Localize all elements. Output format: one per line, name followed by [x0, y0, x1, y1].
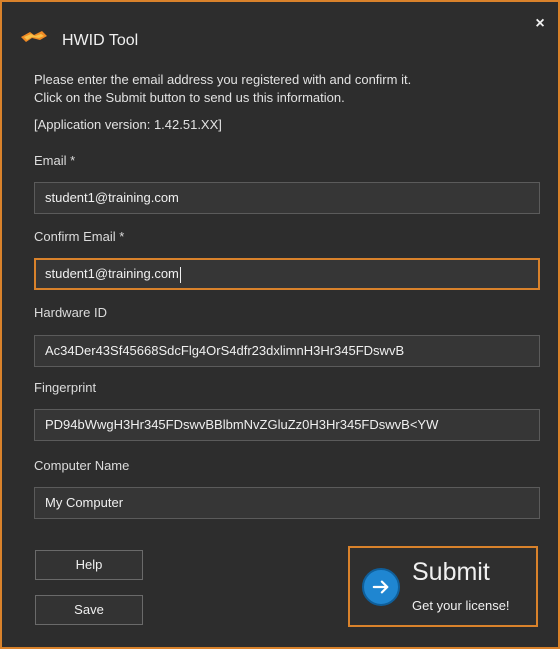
confirm-email-field[interactable]: student1@training.com [34, 258, 540, 290]
submit-subtitle: Get your license! [412, 598, 510, 613]
email-label: Email * [34, 153, 76, 168]
version-line: [Application version: 1.42.51.XX] [34, 117, 222, 132]
help-button[interactable]: Help [35, 550, 143, 580]
intro-line-2: Click on the Submit button to send us th… [34, 90, 345, 105]
email-value: student1@training.com [45, 190, 179, 205]
computer-name-value: My Computer [45, 495, 124, 510]
fingerprint-field[interactable]: PD94bWwgH3Hr345FDswvBBlbmNvZGluZz0H3Hr34… [34, 409, 540, 441]
computer-name-label: Computer Name [34, 458, 130, 473]
arrow-right-circle-icon [362, 568, 400, 606]
close-icon[interactable]: × [532, 16, 548, 32]
submit-button[interactable]: Submit Get your license! [348, 546, 538, 627]
hardware-id-label: Hardware ID [34, 305, 107, 320]
save-button[interactable]: Save [35, 595, 143, 625]
submit-title: Submit [412, 558, 490, 586]
computer-name-field[interactable]: My Computer [34, 487, 540, 519]
hardware-id-field[interactable]: Ac34Der43Sf45668SdcFlg4OrS4dfr23dxlimnH3… [34, 335, 540, 367]
hwid-tool-window: HWID Tool × Please enter the email addre… [0, 0, 560, 649]
fingerprint-label: Fingerprint [34, 380, 97, 395]
hwid-tool-logo-icon [21, 31, 47, 42]
hardware-id-value: Ac34Der43Sf45668SdcFlg4OrS4dfr23dxlimnH3… [45, 343, 405, 358]
email-field[interactable]: student1@training.com [34, 182, 540, 214]
fingerprint-value: PD94bWwgH3Hr345FDswvBBlbmNvZGluZz0H3Hr34… [45, 417, 439, 432]
window-title: HWID Tool [62, 32, 139, 49]
confirm-email-label: Confirm Email * [34, 229, 125, 244]
intro-line-1: Please enter the email address you regis… [34, 72, 412, 87]
title-bar: HWID Tool × [2, 2, 558, 54]
confirm-email-value: student1@training.com [45, 266, 179, 281]
text-caret [179, 266, 181, 283]
